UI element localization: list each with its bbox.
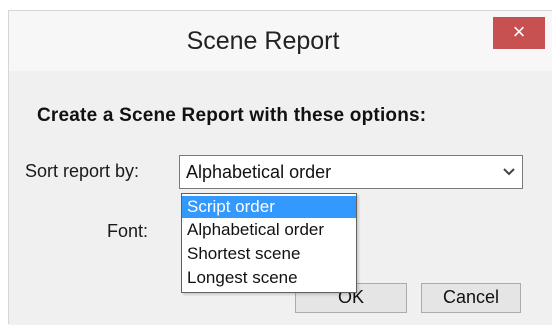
- sort-dropdown-list: Script order Alphabetical order Shortest…: [181, 193, 357, 293]
- sort-selected-value: Alphabetical order: [186, 162, 332, 182]
- options-heading: Create a Scene Report with these options…: [37, 105, 427, 126]
- option-script-order[interactable]: Script order: [182, 196, 356, 218]
- close-icon: ×: [512, 19, 526, 44]
- option-alphabetical-order[interactable]: Alphabetical order: [182, 219, 356, 241]
- chevron-down-icon: [503, 168, 515, 176]
- scene-report-dialog: Scene Report × Create a Scene Report wit…: [8, 10, 552, 325]
- dialog-body: Create a Scene Report with these options…: [9, 71, 552, 325]
- font-label: Font:: [107, 221, 149, 241]
- sort-label: Sort report by:: [25, 161, 140, 181]
- option-shortest-scene[interactable]: Shortest scene: [182, 243, 356, 265]
- cancel-button[interactable]: Cancel: [421, 283, 521, 313]
- title-bar: Scene Report ×: [9, 11, 552, 71]
- option-longest-scene[interactable]: Longest scene: [182, 267, 356, 289]
- sort-combobox[interactable]: Alphabetical order: [179, 155, 523, 189]
- dialog-title: Scene Report: [186, 27, 340, 55]
- close-button[interactable]: ×: [493, 17, 545, 49]
